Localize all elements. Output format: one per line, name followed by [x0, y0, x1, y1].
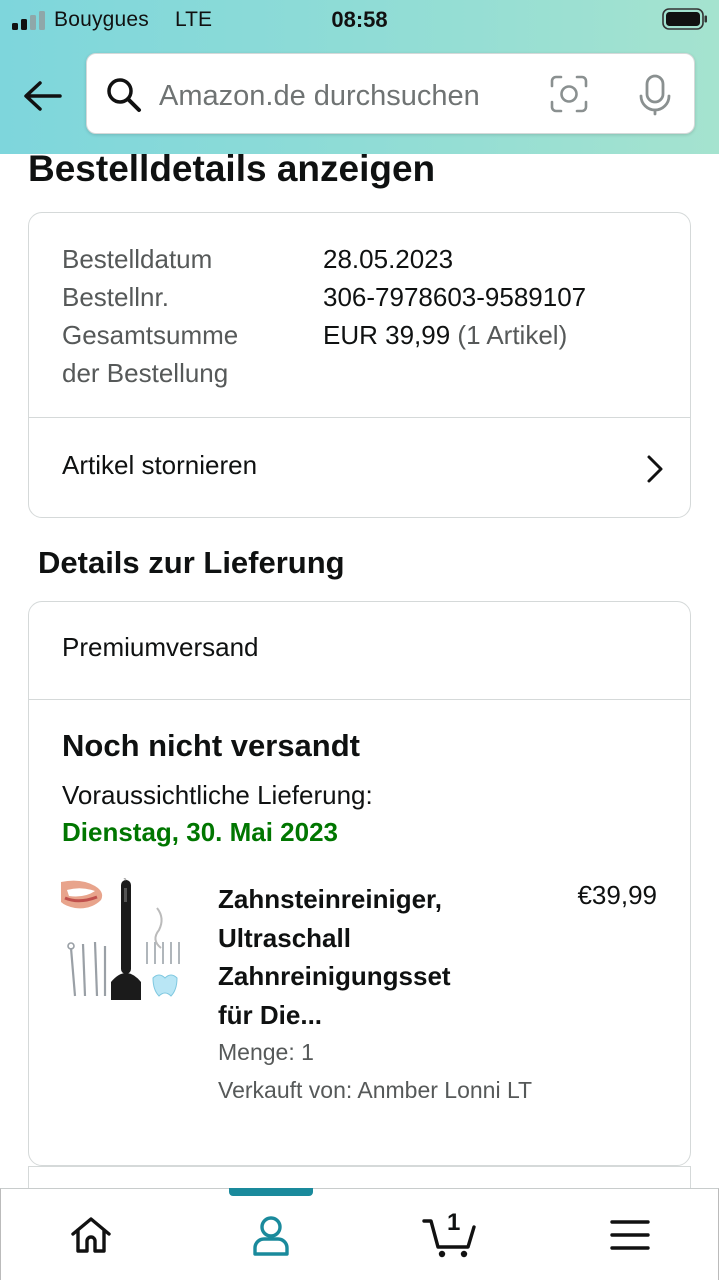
- page-title: Bestelldetails anzeigen: [28, 148, 436, 189]
- delivery-section-title: Details zur Lieferung: [38, 545, 345, 580]
- product-title-link[interactable]: Zahnsteinreiniger, Ultraschall Zahnreini…: [218, 880, 518, 1034]
- order-total-label-line2: der Bestellung: [62, 358, 229, 388]
- product-title-line: Zahnreinigungsset: [218, 961, 451, 991]
- battery-icon: [662, 8, 707, 30]
- order-summary-card: Bestelldatum 28.05.2023 Bestellnr. 306-7…: [28, 212, 691, 518]
- order-item-count: (1 Artikel): [457, 320, 568, 350]
- status-time: 08:58: [331, 7, 388, 32]
- product-quantity: Menge: 1: [218, 1039, 314, 1065]
- expected-delivery-date: Dienstag, 30. Mai 2023: [62, 817, 339, 847]
- nav-cart[interactable]: 1: [405, 1189, 495, 1280]
- nav-account[interactable]: [226, 1189, 316, 1280]
- cancel-items-button[interactable]: Artikel stornieren: [29, 418, 690, 518]
- search-input[interactable]: Amazon.de durchsuchen: [159, 80, 480, 113]
- order-total-label-line1: Gesamtsumme: [62, 320, 239, 350]
- search-bar[interactable]: Amazon.de durchsuchen: [86, 53, 695, 134]
- cart-count-badge: 1: [447, 1209, 461, 1236]
- nav-menu[interactable]: [585, 1189, 675, 1280]
- product-title-line: für Die...: [218, 999, 323, 1030]
- chevron-right-icon: [647, 455, 663, 483]
- status-bar: Bouygues LTE 08:58: [0, 0, 719, 40]
- cancel-items-label: Artikel stornieren: [62, 450, 258, 480]
- product-title-line: Ultraschall: [218, 922, 351, 953]
- product-seller: Verkauft von: Anmber Lonni LT: [218, 1077, 533, 1103]
- expected-delivery-label: Voraussichtliche Lieferung:: [62, 780, 373, 810]
- shipment-status: Noch nicht versandt: [62, 728, 360, 763]
- search-icon: [107, 78, 141, 112]
- microphone-icon[interactable]: [635, 74, 675, 116]
- order-number-value: 306-7978603-9589107: [323, 282, 587, 312]
- home-icon: [71, 1217, 111, 1253]
- divider: [29, 699, 690, 700]
- order-total-value: EUR 39,99 (1 Artikel): [323, 316, 567, 354]
- product-price: €39,99: [577, 880, 657, 910]
- menu-icon: [610, 1220, 650, 1250]
- account-icon: [253, 1216, 289, 1256]
- back-arrow-icon[interactable]: [20, 76, 64, 116]
- product-image[interactable]: [61, 878, 183, 1004]
- header: Bouygues LTE 08:58 Amazon.de durchsuchen: [0, 0, 719, 154]
- shipping-method: Premiumversand: [62, 632, 259, 662]
- nav-home[interactable]: [46, 1189, 136, 1280]
- delivery-card: Premiumversand Noch nicht versandt Vorau…: [28, 601, 691, 1166]
- order-total-amount: EUR 39,99: [323, 320, 451, 350]
- order-date-value: 28.05.2023: [323, 244, 454, 274]
- bottom-navigation: 1: [0, 1188, 719, 1280]
- product-title-line: Zahnsteinreiniger,: [218, 884, 442, 914]
- order-date-label: Bestelldatum: [62, 244, 213, 274]
- camera-scan-icon[interactable]: [549, 74, 589, 114]
- order-number-label: Bestellnr.: [62, 282, 169, 312]
